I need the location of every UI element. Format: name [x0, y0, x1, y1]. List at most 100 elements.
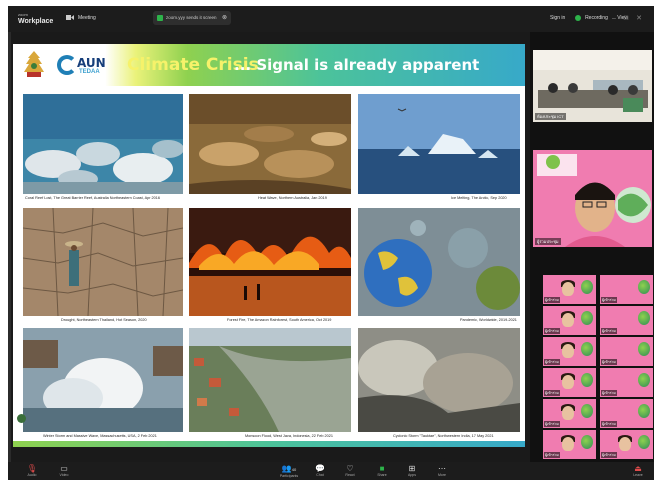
caption-coral-reef: Coral Reef Lost, The Great Barrier Reef,… [25, 196, 160, 200]
participant-tile[interactable]: ผู้เข้าร่วม [543, 368, 596, 397]
participant-tile[interactable]: ผู้เข้าร่วม [543, 337, 596, 366]
chat-button[interactable]: 💬 Chat [308, 464, 332, 477]
screen-share-indicator[interactable]: zoom.yyy sends it screen ⊗ [153, 11, 231, 25]
participant-label: ผู้เข้าร่วม [544, 421, 560, 427]
participant-face [562, 313, 574, 327]
video-camera-icon: ▭ [60, 464, 68, 473]
globe-icon [581, 342, 593, 356]
more-button[interactable]: ⋯ More [430, 464, 454, 477]
chat-icon: 💬 [315, 464, 325, 473]
participant-tile[interactable]: ผู้เข้าร่วม [543, 306, 596, 335]
globe-icon [581, 280, 593, 294]
sign-in-button[interactable]: Sign in [550, 15, 565, 21]
apps-label: Apps [408, 473, 416, 477]
slide-title: ... Signal is already apparent [234, 56, 480, 74]
aun-logo: AUN TEDAA [57, 53, 117, 77]
participant-label: ผู้เข้าร่วม [544, 328, 560, 334]
recording-icon [574, 15, 581, 21]
participant-tile[interactable]: ผู้เข้าร่วม [600, 275, 653, 304]
participant-tile[interactable]: ผู้เข้าร่วม [600, 368, 653, 397]
video-tile-room[interactable]: ห้องประชุม ICT [533, 50, 652, 122]
logo-subtext: TEDAA [79, 69, 100, 75]
caption-cyclone: Cyclonic Storm "Tauktae", Northwestern I… [393, 434, 494, 438]
video-button[interactable]: ▭ Video [52, 464, 76, 477]
chat-label: Chat [316, 473, 324, 477]
participant-label: ผู้เข้าร่วม [601, 328, 617, 334]
slide-footer-bar [13, 441, 525, 447]
react-label: React [345, 473, 355, 477]
share-button[interactable]: ■ Share [370, 464, 394, 477]
participant-tile[interactable]: ผู้เข้าร่วม [543, 430, 596, 459]
meeting-menu[interactable]: Meeting [66, 14, 96, 21]
participant-tile[interactable]: ผู้เข้าร่วม [543, 399, 596, 428]
globe-icon [581, 404, 593, 418]
globe-icon [638, 280, 650, 294]
participant-label: ผู้เข้าร่วม [601, 390, 617, 396]
photo-cyclone [358, 328, 520, 432]
app-name: Workplace [18, 18, 54, 25]
aun-ring-icon [57, 55, 77, 75]
participants-count: 40 [291, 467, 297, 472]
participant-face [562, 437, 574, 451]
meeting-label: Meeting [78, 14, 96, 21]
tile-name: ผู้ร่วมประชุม [535, 238, 561, 245]
recording-label[interactable]: Recording [585, 15, 608, 21]
meeting-icon [66, 14, 74, 21]
globe-icon [581, 373, 593, 387]
slide-banner: AUN TEDAA Climate Crisis ... Signal is a… [13, 44, 525, 86]
globe-icon [581, 435, 593, 449]
caption-monsoon-flood: Monsoon Flood, West Java, Indonesia, 22 … [245, 434, 333, 438]
photo-monsoon-flood [189, 328, 351, 432]
top-bar: zoom Workplace Meeting zoom.yyy sends it… [8, 6, 654, 32]
leave-label: Leave [633, 473, 643, 477]
participant-label: ผู้เข้าร่วม [601, 359, 617, 365]
photo-heat-wave [189, 94, 351, 194]
share-text: zoom.yyy sends it screen [166, 15, 217, 20]
shared-slide: AUN TEDAA Climate Crisis ... Signal is a… [13, 44, 525, 447]
photo-ice-melting [358, 94, 520, 194]
photo-drought [23, 208, 183, 316]
audio-button[interactable]: 🎙 Audio [20, 464, 44, 477]
more-label: More [438, 473, 446, 477]
leave-button[interactable]: ⏏ Leave [626, 464, 650, 477]
stop-share-icon[interactable]: ⊗ [222, 14, 227, 21]
globe-icon [581, 311, 593, 325]
participant-tile[interactable]: ผู้เข้าร่วม [543, 275, 596, 304]
share-screen-icon: ■ [379, 464, 385, 473]
participant-tile[interactable]: ผู้เข้าร่วม [600, 337, 653, 366]
video-tile-speaker[interactable]: ผู้ร่วมประชุม [533, 150, 652, 247]
apps-button[interactable]: ⊞ Apps [400, 464, 424, 477]
participant-tile[interactable]: ผู้เข้าร่วม [600, 430, 653, 459]
globe-icon [638, 342, 650, 356]
zoom-window: zoom Workplace Meeting zoom.yyy sends it… [8, 6, 654, 480]
react-button[interactable]: ♡ React [338, 464, 362, 477]
window-controls[interactable]: –□✕ [612, 14, 650, 22]
globe-icon [638, 404, 650, 418]
tile-name: ห้องประชุม ICT [535, 113, 566, 120]
participant-label: ผู้เข้าร่วม [601, 452, 617, 458]
photo-coral-reef [23, 94, 183, 194]
participant-tile[interactable]: ผู้เข้าร่วม [600, 306, 653, 335]
caption-ice-melting: Ice Melting, The Arctic, Sep 2020 [451, 196, 507, 200]
globe-icon [638, 435, 650, 449]
mic-muted-icon: 🎙 [26, 464, 38, 473]
participant-tile[interactable]: ผู้เข้าร่วม [600, 399, 653, 428]
participants-icon: 👥40 [281, 464, 297, 473]
more-icon: ⋯ [438, 464, 446, 473]
participant-face [562, 406, 574, 420]
participant-face [562, 375, 574, 389]
participant-label: ผู้เข้าร่วม [544, 452, 560, 458]
university-seal-icon [21, 50, 47, 80]
participant-label: ผู้เข้าร่วม [601, 297, 617, 303]
globe-icon [638, 311, 650, 325]
window-edge [8, 6, 11, 480]
photo-pandemic [358, 208, 520, 316]
participant-gallery: ผู้เข้าร่วม ผู้เข้าร่วม ผู้เข้าร่วม ผู้เ… [543, 275, 653, 461]
participants-button[interactable]: 👥40 Participants [274, 464, 304, 478]
apps-icon: ⊞ [408, 464, 416, 473]
slide-page-icon[interactable] [17, 414, 26, 423]
caption-winter-storm: Winter Storm and Massive Wave, Massachus… [43, 434, 157, 438]
caption-forest-fire: Forest Fire, The Amazon Rainforest, Sout… [227, 318, 332, 322]
app-small-label: zoom [18, 12, 28, 17]
leave-icon: ⏏ [634, 464, 642, 473]
